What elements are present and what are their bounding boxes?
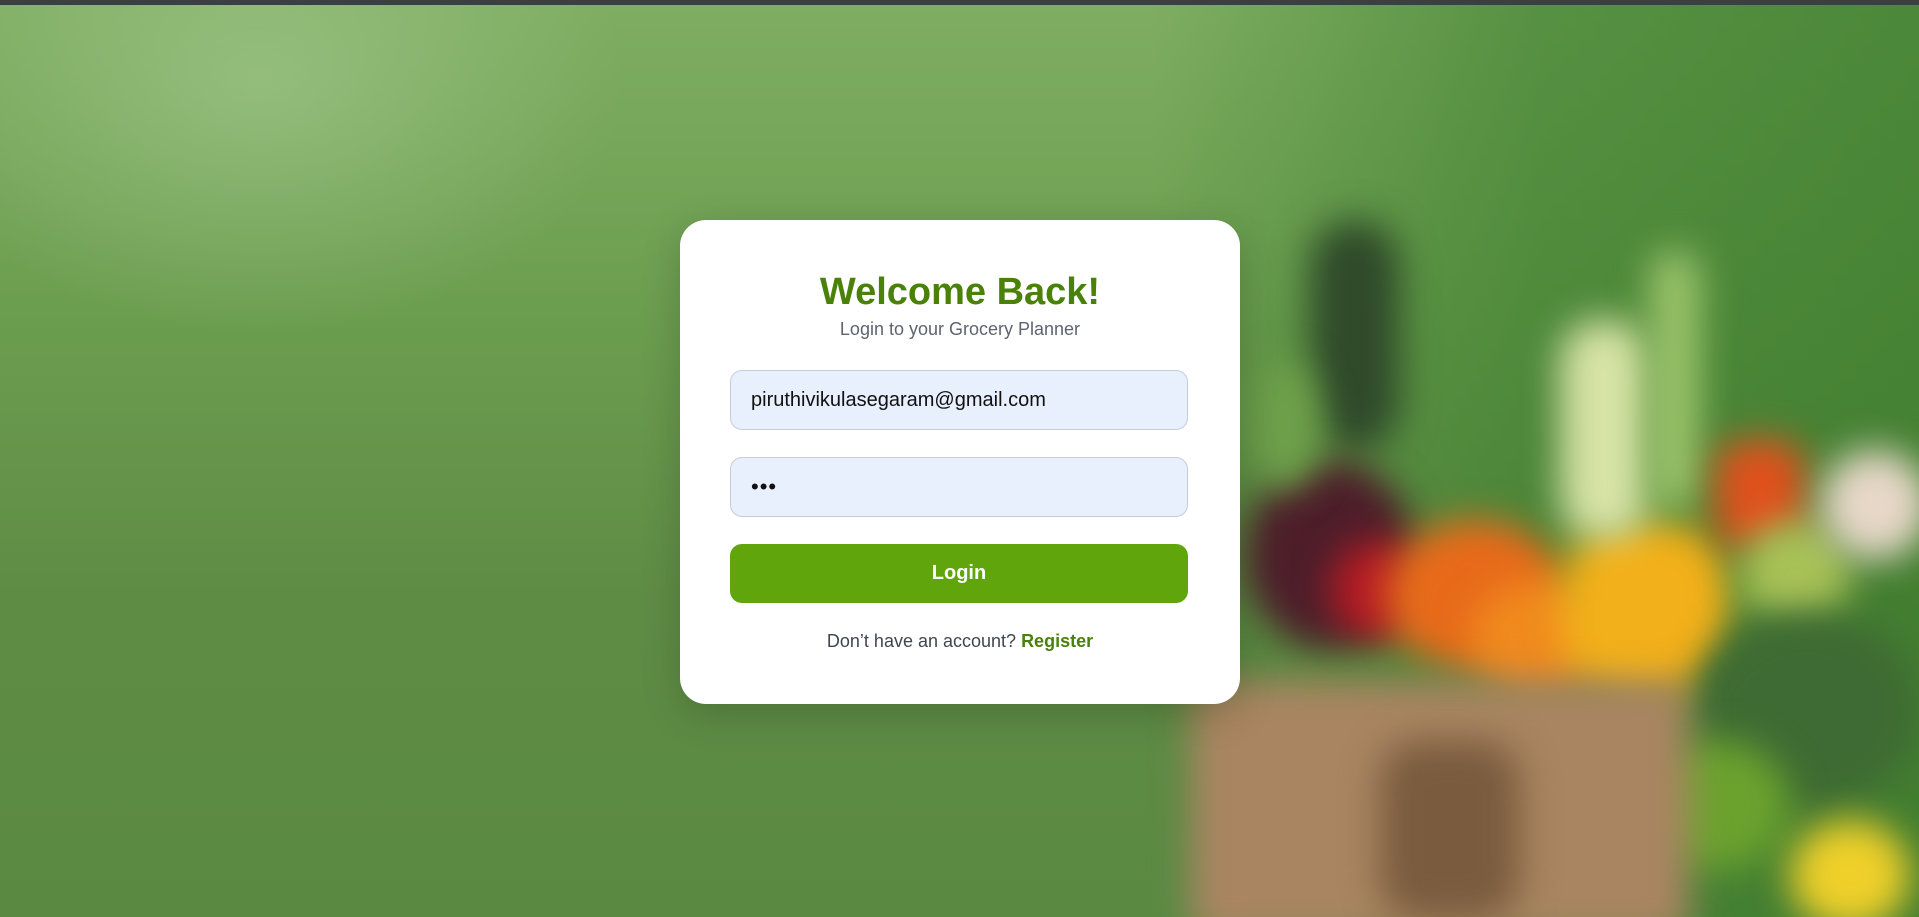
- register-prompt-text: Don’t have an account?: [826, 631, 1017, 651]
- email-field[interactable]: [730, 370, 1188, 430]
- login-button[interactable]: Login: [730, 544, 1188, 603]
- browser-top-edge: [0, 0, 1919, 5]
- page-subtitle: Login to your Grocery Planner: [839, 319, 1081, 339]
- password-field[interactable]: [730, 457, 1188, 517]
- login-card: Welcome Back! Login to your Grocery Plan…: [680, 220, 1240, 704]
- register-prompt: Don’t have an account? Register: [680, 630, 1240, 652]
- page-title: Welcome Back!: [819, 271, 1101, 313]
- register-link[interactable]: Register: [1021, 631, 1093, 651]
